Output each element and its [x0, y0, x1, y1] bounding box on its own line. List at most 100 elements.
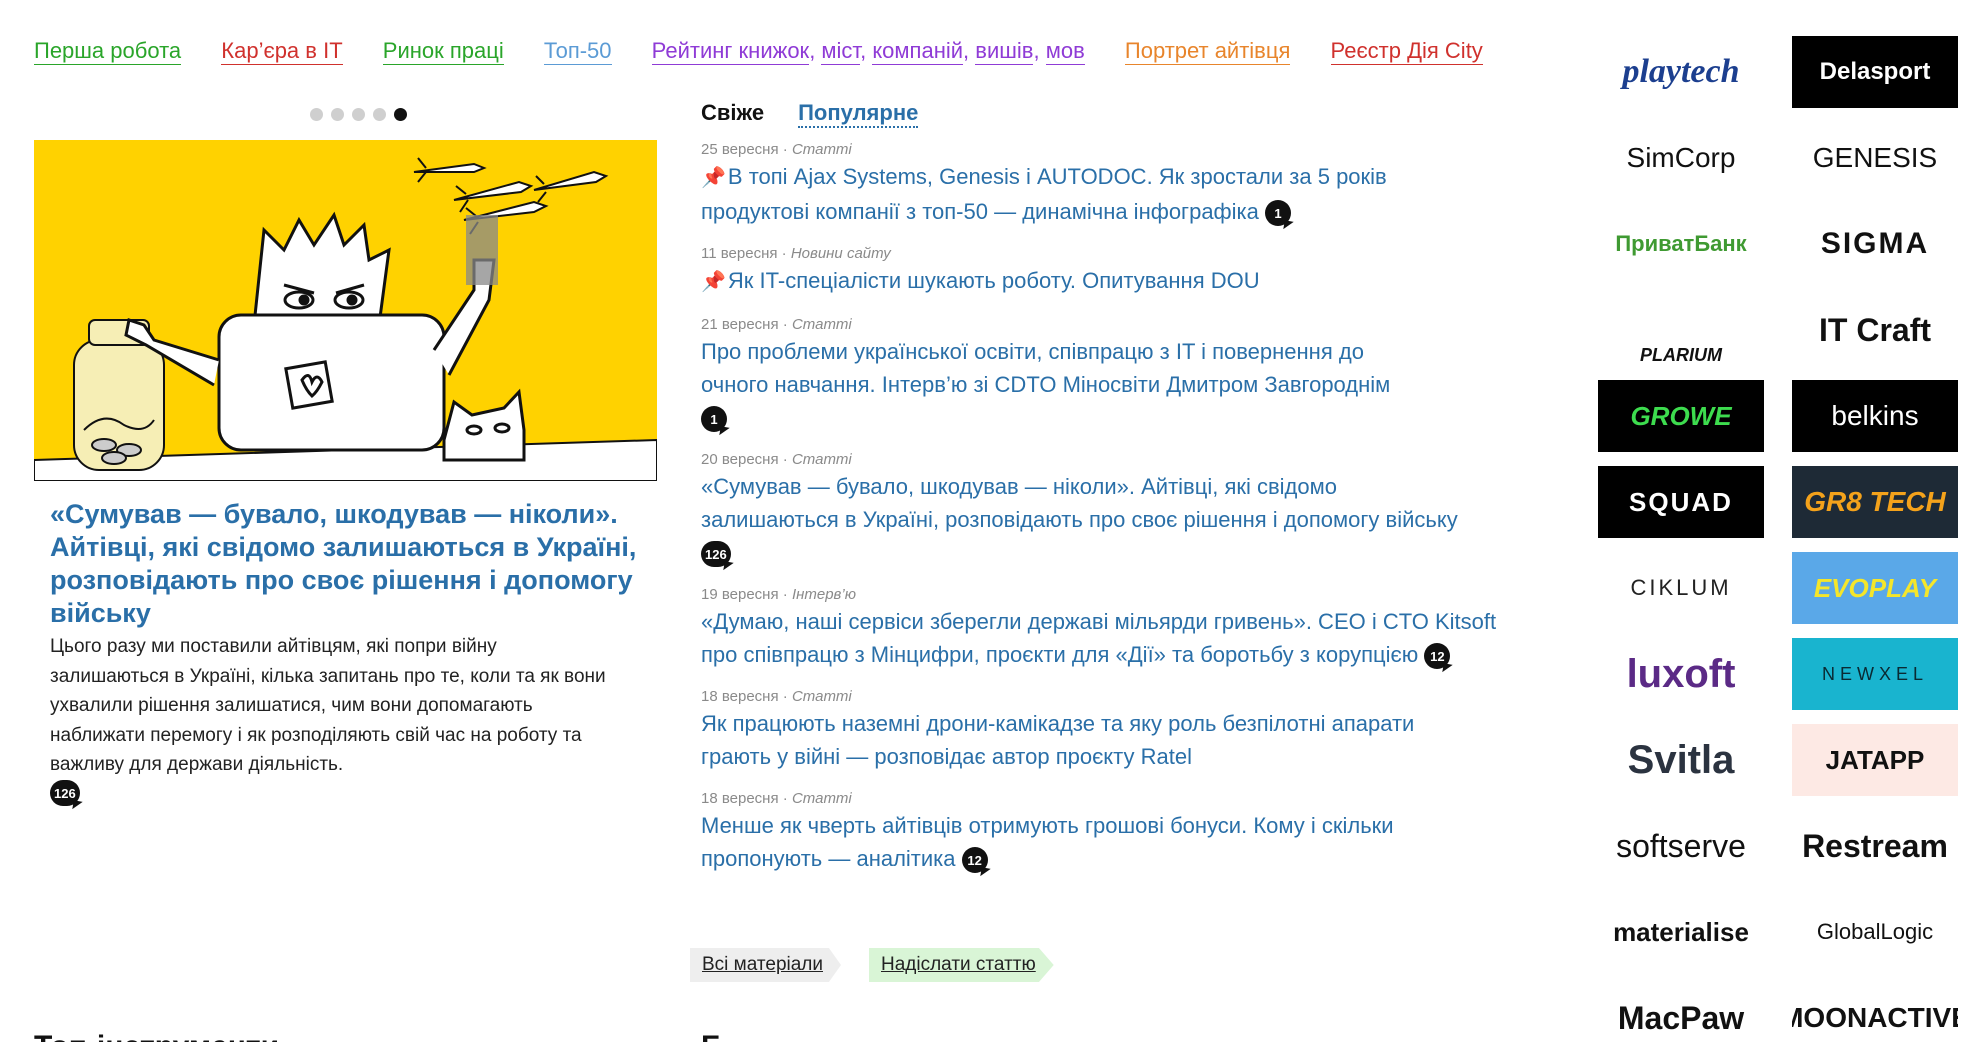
feed-item-date: 21 вересня [701, 316, 779, 333]
feed-item-title[interactable]: Як IT-спеціалісти шукають роботу. Опитув… [728, 268, 1260, 293]
news-feed: 25 вересня · Статті 📌В топі Ajax Systems… [701, 140, 1501, 891]
slider-dot-active[interactable] [394, 108, 407, 121]
feed-item: 19 вересня · Інтерв’ю «Думаю, наші серві… [701, 585, 1501, 671]
nav-job-market[interactable]: Ринок праці [382, 38, 504, 65]
logo-belkins[interactable]: belkins [1792, 380, 1958, 452]
feed-item-title[interactable]: Менше як чверть айтівців отримують грошо… [701, 813, 1394, 871]
logo-privatbank[interactable]: ПриватБанк [1598, 208, 1764, 280]
nav-diia-city-registry[interactable]: Реєстр Дія City [1330, 38, 1483, 65]
logo-jatapp[interactable]: JATAPP [1792, 724, 1958, 796]
feed-item-link[interactable]: «Думаю, наші сервіси зберегли державі мі… [701, 605, 1501, 671]
feed-actions: Всі матеріали Надіслати статтю [690, 948, 1054, 982]
logo-sigma[interactable]: SIGMA [1792, 208, 1958, 280]
logo-simcorp[interactable]: SimCorp [1598, 122, 1764, 194]
feed-item-title[interactable]: Про проблеми української освіти, співпра… [701, 339, 1390, 397]
feed-item-meta: 25 вересня · Статті [701, 141, 852, 158]
feed-item-title[interactable]: «Сумував — бувало, шкодував — ніколи». А… [701, 474, 1458, 532]
nav-top-50[interactable]: Топ-50 [543, 38, 612, 65]
feed-item-category[interactable]: Статті [792, 451, 852, 468]
feed-item-date: 11 вересня [701, 245, 778, 262]
logo-globallogic[interactable]: GlobalLogic [1792, 896, 1958, 968]
feed-item: 18 вересня · Статті Менше як чверть айті… [701, 789, 1501, 875]
feed-item-category[interactable]: Статті [792, 688, 852, 705]
feed-item-meta: 11 вересня · Новини сайту [701, 245, 891, 262]
logo-restream[interactable]: Restream [1792, 810, 1958, 882]
comment-count-bubble[interactable]: 126 [701, 541, 731, 568]
comment-count-bubble[interactable]: 12 [1424, 643, 1451, 670]
logo-plarium[interactable]: PLARIUM [1598, 294, 1764, 366]
lead-illustration[interactable] [34, 140, 657, 481]
section-heading-peek: Б [701, 1030, 723, 1042]
pin-icon: 📌 [701, 271, 726, 293]
lead-article-title[interactable]: «Сумував — бувало, шкодував — ніколи». А… [50, 498, 650, 630]
feed-item-meta: 18 вересня · Статті [701, 790, 852, 807]
slider-dot[interactable] [310, 108, 323, 121]
pin-icon: 📌 [701, 167, 726, 189]
feed-item-category[interactable]: Статті [792, 316, 852, 333]
nav-rating-companies[interactable]: компаній [872, 38, 964, 65]
logo-delasport[interactable]: Delasport [1792, 36, 1958, 108]
feed-item-link[interactable]: Як працюють наземні дрони-камікадзе та я… [701, 707, 1421, 773]
comment-count-bubble[interactable]: 1 [701, 406, 727, 433]
feed-item-category[interactable]: Статті [792, 141, 852, 158]
slider-dot[interactable] [331, 108, 344, 121]
logo-gr8tech[interactable]: GR8 TECH [1792, 466, 1958, 538]
submit-article-button[interactable]: Надіслати статтю [869, 948, 1054, 982]
logo-macpaw[interactable]: MacPaw [1598, 982, 1764, 1042]
nav-it-career[interactable]: Кар’єра в IT [221, 38, 343, 65]
feed-item-link[interactable]: Про проблеми української освіти, співпра… [701, 335, 1401, 434]
feed-item-category[interactable]: Новини сайту [791, 245, 891, 262]
nav-first-job[interactable]: Перша робота [34, 38, 182, 65]
logo-evoplay[interactable]: EVOPLAY [1792, 552, 1958, 624]
nav-rating-languages[interactable]: мов [1045, 38, 1085, 65]
feed-item-link[interactable]: 📌В топі Ajax Systems, Genesis і AUTODOC.… [701, 160, 1501, 228]
logo-genesis[interactable]: GENESIS [1792, 122, 1958, 194]
logo-moonactive[interactable]: MOONACTIVE [1792, 982, 1958, 1042]
feed-item-date: 18 вересня [701, 790, 779, 807]
all-materials-button[interactable]: Всі матеріали [690, 948, 841, 982]
feed-item-meta: 20 вересня · Статті [701, 451, 852, 468]
logo-newxel[interactable]: NEWXEL [1792, 638, 1958, 710]
tab-popular[interactable]: Популярне [798, 100, 919, 128]
tab-fresh[interactable]: Свіже [701, 100, 764, 128]
feed-item-category[interactable]: Інтерв’ю [792, 586, 856, 603]
comment-count-bubble[interactable]: 126 [50, 780, 80, 806]
logo-itcraft[interactable]: IT Craft [1792, 294, 1958, 366]
nav-rating-cities[interactable]: міст [821, 38, 861, 65]
comment-count-bubble[interactable]: 1 [1265, 200, 1292, 227]
logo-svitla[interactable]: Svitla [1598, 724, 1764, 796]
sponsor-logos: playtech Delasport SimCorp GENESIS Прива… [1598, 36, 1958, 1042]
logo-materialise[interactable]: materialise [1598, 896, 1764, 968]
feed-item-category[interactable]: Статті [792, 790, 852, 807]
feed-item: 18 вересня · Статті Як працюють наземні … [701, 687, 1501, 773]
feed-item-link[interactable]: «Сумував — бувало, шкодував — ніколи». А… [701, 470, 1461, 569]
slider-dot[interactable] [352, 108, 365, 121]
feed-item-title[interactable]: Як працюють наземні дрони-камікадзе та я… [701, 711, 1414, 769]
feed-item-date: 20 вересня [701, 451, 779, 468]
feed-item-title[interactable]: «Думаю, наші сервіси зберегли державі мі… [701, 609, 1496, 667]
special-projects-nav: Перша робота Кар’єра в IT Ринок праці То… [34, 38, 1517, 65]
feed-item-date: 19 вересня [701, 586, 779, 603]
feed-item-date: 25 вересня [701, 141, 779, 158]
nav-rating-universities[interactable]: вишів [975, 38, 1034, 65]
feed-tabs: Свіже Популярне [701, 100, 919, 128]
section-heading-tools: Топ-інструменти [34, 1030, 279, 1042]
feed-item-meta: 18 вересня · Статті [701, 688, 852, 705]
comment-count-bubble[interactable]: 12 [961, 847, 988, 874]
slider-dot[interactable] [373, 108, 386, 121]
logo-playtech[interactable]: playtech [1598, 36, 1764, 108]
feed-item: 20 вересня · Статті «Сумував — бувало, ш… [701, 450, 1501, 569]
logo-squad[interactable]: SQUAD [1598, 466, 1764, 538]
nav-rating-books[interactable]: Рейтинг книжок [651, 38, 810, 65]
feed-item-link[interactable]: Менше як чверть айтівців отримують грошо… [701, 809, 1491, 875]
logo-growe[interactable]: GROWE [1598, 380, 1764, 452]
feed-item: 25 вересня · Статті 📌В топі Ajax Systems… [701, 140, 1501, 228]
logo-ciklum[interactable]: CIKLUM [1598, 552, 1764, 624]
logo-luxoft[interactable]: luxoft [1598, 638, 1764, 710]
logo-softserve[interactable]: softserve [1598, 810, 1764, 882]
feed-item: 21 вересня · Статті Про проблеми українс… [701, 315, 1501, 434]
nav-ratings-group: Рейтинг книжок, міст, компаній, вишів, м… [651, 38, 1085, 65]
lead-article-summary: Цього разу ми поставили айтівцям, які по… [50, 636, 606, 775]
nav-it-portrait[interactable]: Портрет айтівця [1124, 38, 1291, 65]
feed-item-link[interactable]: 📌Як IT-спеціалісти шукають роботу. Опиту… [701, 264, 1501, 299]
